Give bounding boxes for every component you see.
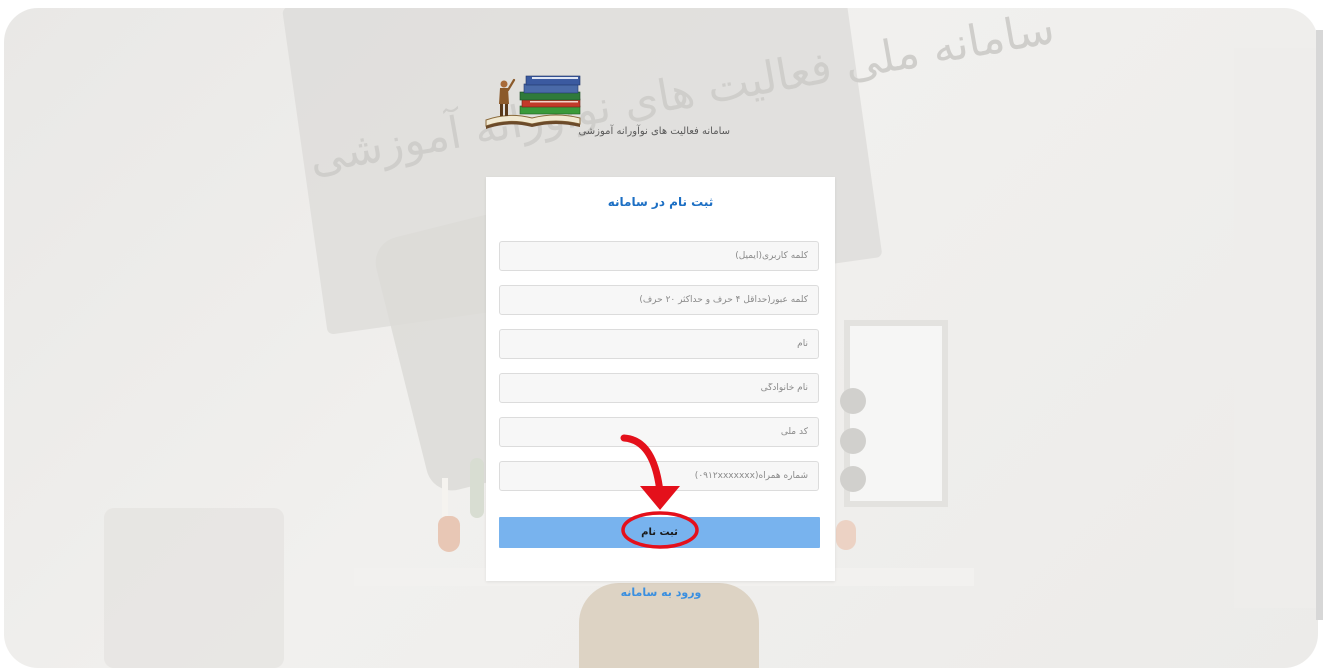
username-field[interactable] bbox=[499, 241, 819, 271]
first-name-field[interactable] bbox=[499, 329, 819, 359]
background-vase bbox=[438, 516, 460, 552]
last-name-field[interactable] bbox=[499, 373, 819, 403]
national-code-field[interactable] bbox=[499, 417, 819, 447]
registration-card: ثبت نام در سامانه ثبت نام bbox=[486, 177, 835, 581]
background-candle bbox=[442, 478, 448, 518]
password-field[interactable] bbox=[499, 285, 819, 315]
login-link[interactable]: ورود به سامانه bbox=[586, 586, 736, 599]
books-teacher-logo-icon bbox=[485, 75, 581, 129]
page-scrollbar[interactable] bbox=[1316, 30, 1323, 620]
background-vase bbox=[836, 520, 856, 550]
site-title: سامانه فعالیت های نوآورانه آموزشی bbox=[578, 126, 730, 137]
background-plant bbox=[470, 458, 484, 518]
background-dot bbox=[840, 466, 866, 492]
background-dot bbox=[840, 428, 866, 454]
background-window bbox=[1234, 48, 1318, 608]
background-dot bbox=[840, 388, 866, 414]
form-title: ثبت نام در سامانه bbox=[607, 195, 714, 209]
register-button[interactable]: ثبت نام bbox=[499, 517, 820, 548]
background-laptop bbox=[104, 508, 284, 668]
mobile-field[interactable] bbox=[499, 461, 819, 491]
